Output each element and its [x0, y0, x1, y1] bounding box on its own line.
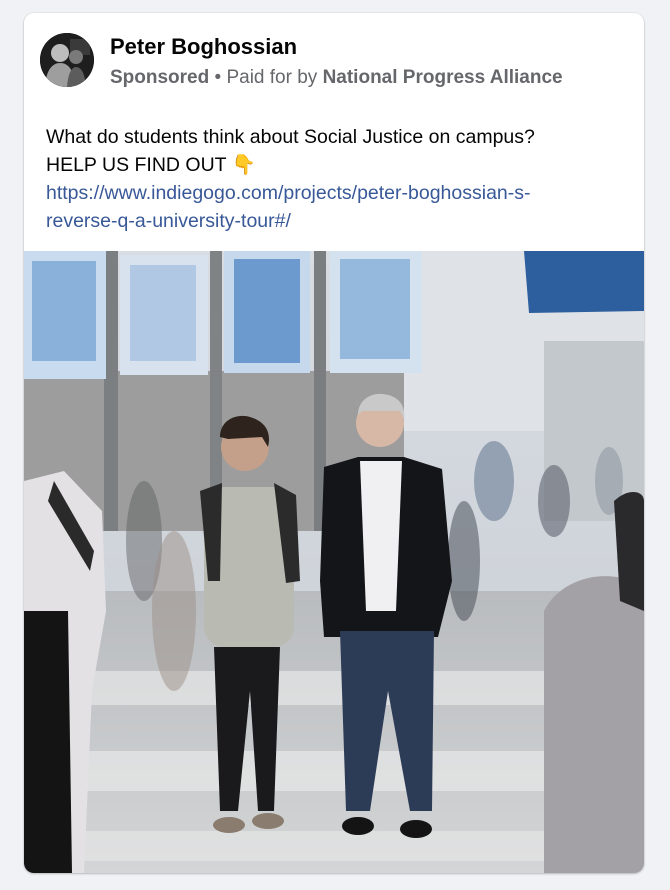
- campus-walk-photo: [24, 251, 644, 873]
- post-header: Peter Boghossian Sponsored • Paid for by…: [40, 33, 628, 89]
- post-link-line-1: https://www.indiegogo.com/projects/peter…: [46, 182, 531, 204]
- post-meta: Sponsored • Paid for by National Progres…: [110, 67, 563, 89]
- paid-for-prefix: Paid for by: [226, 67, 323, 88]
- meta-separator: •: [209, 67, 227, 88]
- post-link-line-2: reverse-q-a-university-tour#/: [46, 210, 291, 232]
- post-text-line-1: What do students think about Social Just…: [46, 126, 535, 148]
- sponsored-label[interactable]: Sponsored: [110, 67, 209, 88]
- post-link[interactable]: https://www.indiegogo.com/projects/peter…: [46, 179, 620, 235]
- avatar-image: [40, 33, 94, 87]
- post-text-cta: HELP US FIND OUT: [46, 154, 227, 176]
- post-image[interactable]: [24, 251, 644, 873]
- post-body: What do students think about Social Just…: [46, 123, 620, 235]
- author-avatar[interactable]: [40, 33, 94, 87]
- post-text-line-2: HELP US FIND OUT 👇: [46, 151, 620, 179]
- pointing-down-icon: 👇: [231, 154, 256, 176]
- sponsored-post-card: Peter Boghossian Sponsored • Paid for by…: [24, 13, 644, 873]
- author-name[interactable]: Peter Boghossian: [110, 34, 297, 60]
- sponsor-name[interactable]: National Progress Alliance: [323, 67, 563, 88]
